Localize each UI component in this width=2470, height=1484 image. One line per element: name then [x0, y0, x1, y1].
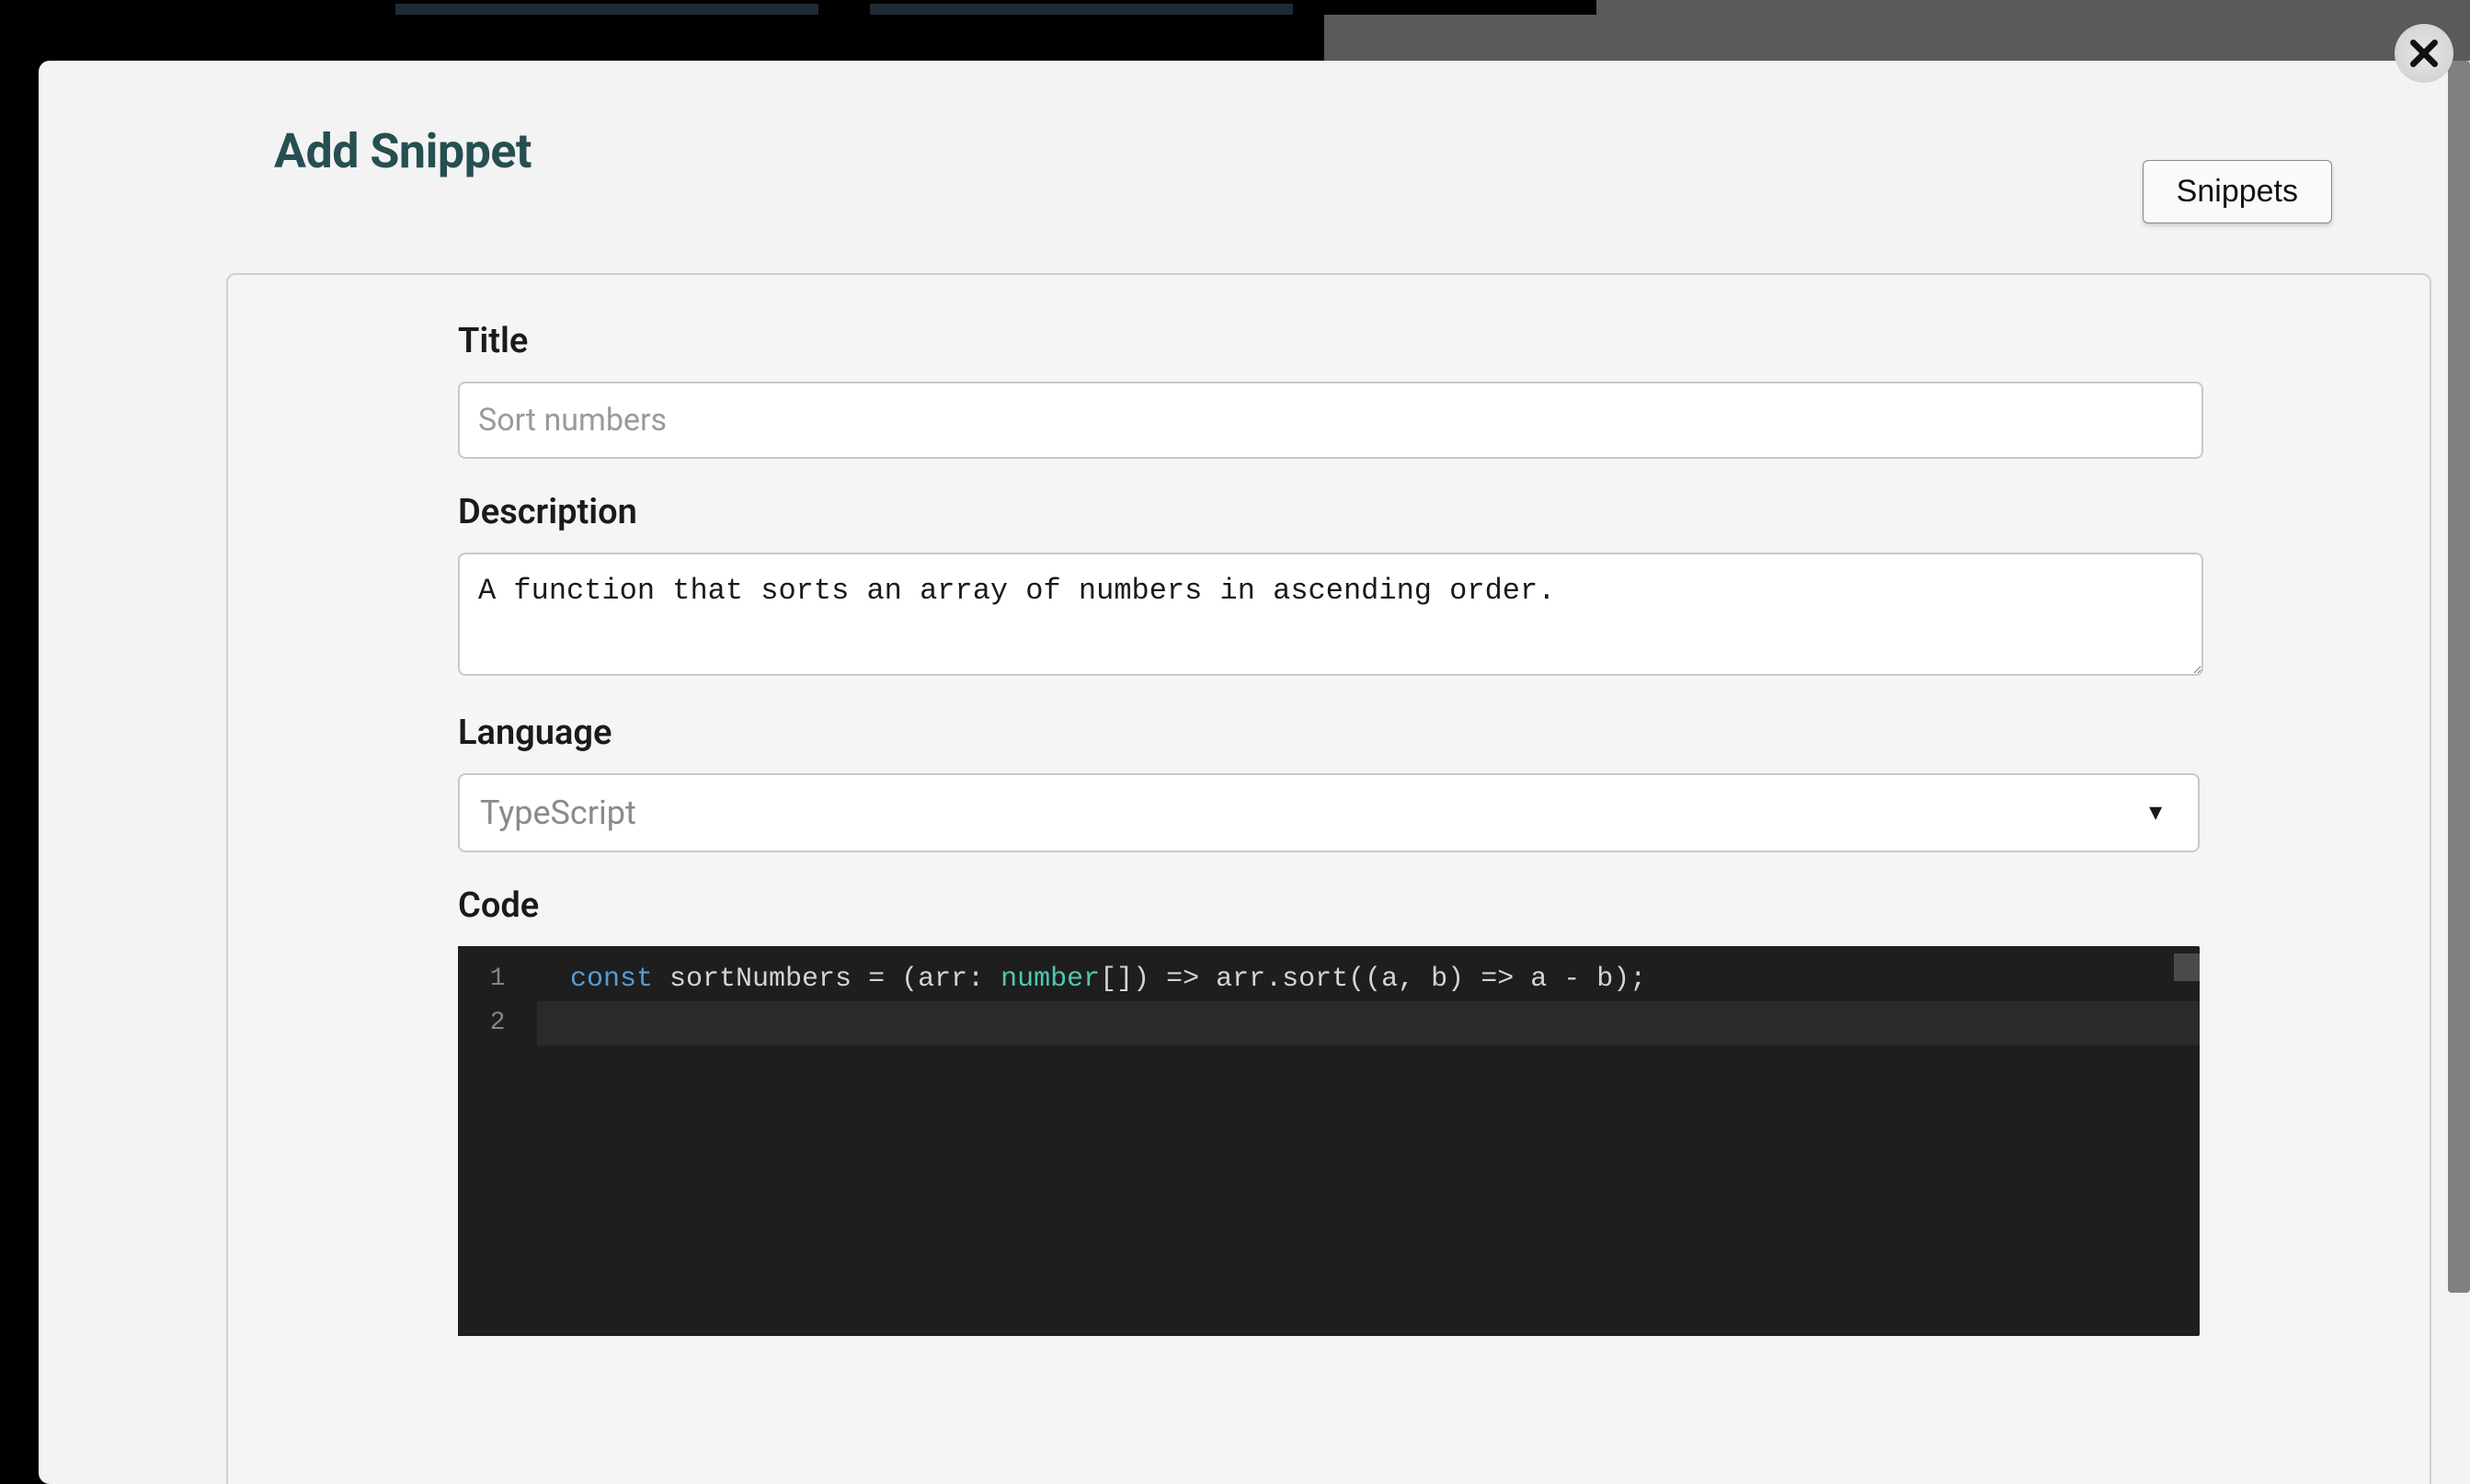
title-input[interactable] [458, 382, 2203, 459]
code-gutter: 1 2 [458, 946, 537, 1336]
bg-tab-1 [395, 4, 818, 15]
code-content[interactable]: const sortNumbers = (arr: number[]) => a… [537, 946, 2200, 1336]
description-textarea[interactable]: A function that sorts an array of number… [458, 553, 2203, 676]
gutter-line-1: 1 [458, 957, 537, 1001]
page-title: Add Snippet [274, 123, 532, 179]
modal-header: Add Snippet Snippets [39, 61, 2470, 223]
bg-tab-2 [870, 4, 1293, 15]
token-ident: sortNumbers = (arr: [669, 964, 1001, 995]
title-label: Title [458, 321, 2200, 361]
description-label: Description [458, 492, 2200, 532]
close-icon [2406, 35, 2442, 72]
language-select-wrapper: TypeScript ▼ [458, 773, 2200, 852]
language-select[interactable]: TypeScript [458, 773, 2200, 852]
gutter-line-2: 2 [458, 1001, 537, 1045]
modal-scrollbar[interactable] [2448, 61, 2470, 1293]
code-line-1[interactable]: const sortNumbers = (arr: number[]) => a… [537, 957, 2200, 1001]
title-field-group: Title [458, 321, 2200, 459]
token-type: number [1001, 964, 1100, 995]
language-label: Language [458, 713, 2200, 753]
code-minimap[interactable] [2174, 953, 2200, 981]
top-strip-right [1596, 0, 2470, 15]
description-field-group: Description A function that sorts an arr… [458, 492, 2200, 679]
code-field-group: Code 1 2 const sortNumbers = (arr: numbe… [458, 885, 2200, 1336]
code-line-2[interactable] [537, 1001, 2200, 1045]
token-rest: []) => arr.sort((a, b) => a - b); [1100, 964, 1646, 995]
snippets-button[interactable]: Snippets [2143, 160, 2332, 223]
language-field-group: Language TypeScript ▼ [458, 713, 2200, 852]
form-panel: Title Description A function that sorts … [226, 273, 2431, 1484]
code-label: Code [458, 885, 2200, 926]
add-snippet-modal: Add Snippet Snippets Title Description A… [39, 61, 2470, 1484]
close-button[interactable] [2395, 24, 2453, 83]
code-editor[interactable]: 1 2 const sortNumbers = (arr: number[]) … [458, 946, 2200, 1336]
token-space [653, 964, 669, 995]
token-keyword: const [570, 964, 653, 995]
